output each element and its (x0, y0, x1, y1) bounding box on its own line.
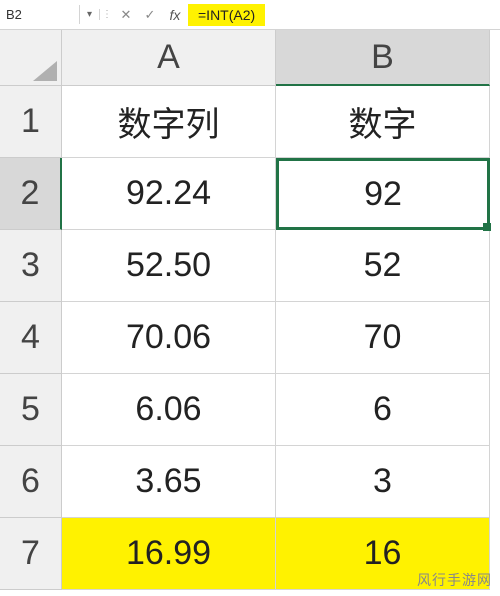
fx-icon[interactable]: fx (162, 7, 188, 23)
cell-b5[interactable]: 6 (276, 374, 490, 446)
formula-input[interactable]: =INT(A2) (188, 4, 265, 26)
name-box-dropdown[interactable]: ▾ (80, 9, 100, 20)
cell-a4[interactable]: 70.06 (62, 302, 276, 374)
separator-icon: ⋮ (100, 9, 114, 20)
row-header-3[interactable]: 3 (0, 230, 62, 302)
name-box[interactable]: B2 (0, 5, 80, 24)
row-header-7[interactable]: 7 (0, 518, 62, 590)
cell-a7[interactable]: 16.99 (62, 518, 276, 590)
cell-a5[interactable]: 6.06 (62, 374, 276, 446)
confirm-icon[interactable]: ✓ (138, 7, 162, 23)
cell-a6[interactable]: 3.65 (62, 446, 276, 518)
row-header-2[interactable]: 2 (0, 158, 62, 230)
spreadsheet-grid: A B 1 数字列 数字 2 92.24 92 3 52.50 52 4 70.… (0, 30, 500, 590)
cell-b3[interactable]: 52 (276, 230, 490, 302)
watermark: 风行手游网 (417, 570, 492, 590)
row-header-5[interactable]: 5 (0, 374, 62, 446)
row-header-4[interactable]: 4 (0, 302, 62, 374)
select-all-corner[interactable] (0, 30, 62, 86)
col-header-b[interactable]: B (276, 30, 490, 86)
cell-a2[interactable]: 92.24 (62, 158, 276, 230)
cell-b2[interactable]: 92 (276, 158, 490, 230)
cell-b4[interactable]: 70 (276, 302, 490, 374)
cell-b1[interactable]: 数字 (276, 86, 490, 158)
cell-a1[interactable]: 数字列 (62, 86, 276, 158)
row-header-1[interactable]: 1 (0, 86, 62, 158)
cancel-icon[interactable]: ✕ (114, 7, 138, 23)
cell-b6[interactable]: 3 (276, 446, 490, 518)
formula-bar: B2 ▾ ⋮ ✕ ✓ fx =INT(A2) (0, 0, 500, 30)
row-header-6[interactable]: 6 (0, 446, 62, 518)
col-header-a[interactable]: A (62, 30, 276, 86)
cell-a3[interactable]: 52.50 (62, 230, 276, 302)
